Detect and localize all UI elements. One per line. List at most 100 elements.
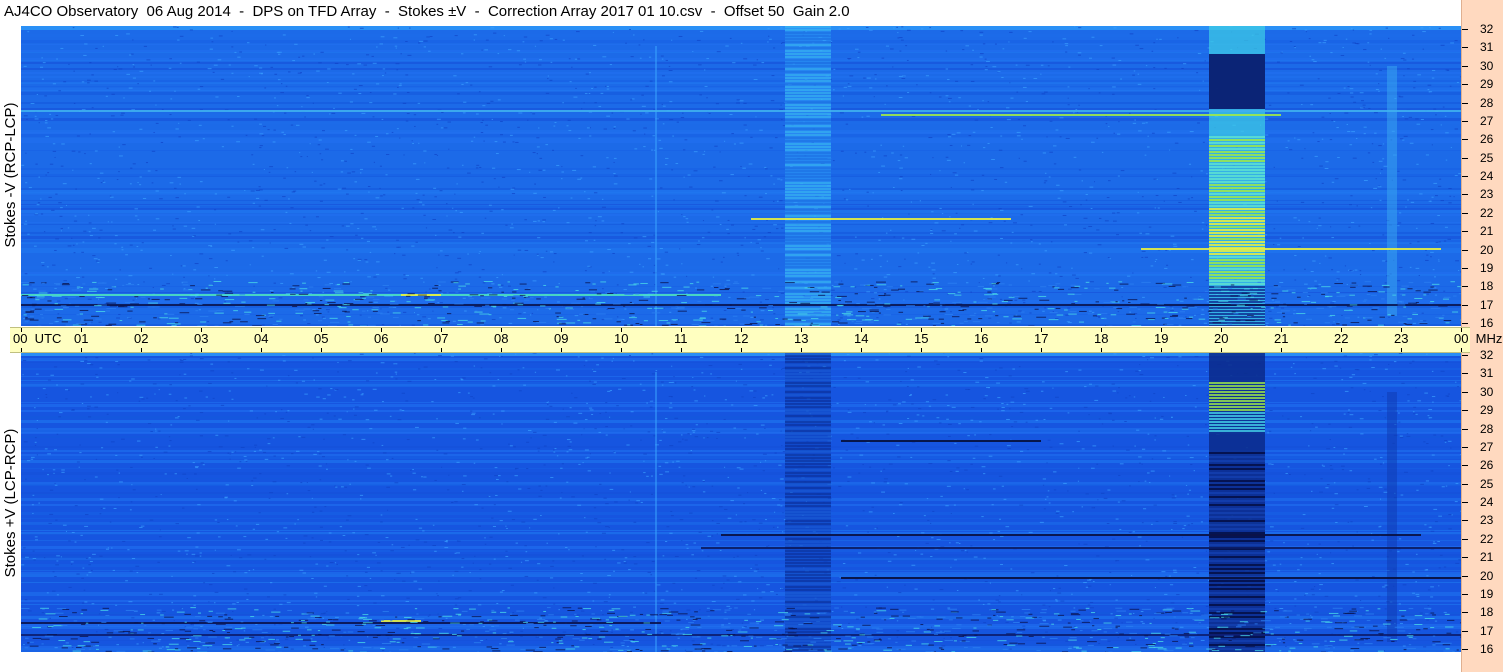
freq-bottom-tick bbox=[1462, 593, 1468, 595]
freq-top-label: 22 bbox=[1480, 205, 1494, 220]
freq-top-tick bbox=[1462, 212, 1468, 214]
utc-hour-tick bbox=[501, 328, 502, 332]
utc-hour-tick bbox=[201, 348, 202, 352]
freq-top-label: 27 bbox=[1480, 113, 1494, 128]
utc-hour-tick bbox=[621, 348, 622, 352]
utc-hour-tick bbox=[261, 328, 262, 332]
utc-hour-tick bbox=[741, 328, 742, 332]
freq-top-tick bbox=[1462, 139, 1468, 141]
bottom-spectrogram-image bbox=[21, 352, 1461, 652]
utc-hour-tick bbox=[1341, 328, 1342, 332]
top-spectrogram-image bbox=[21, 26, 1461, 326]
utc-hour-label: 00 MHz bbox=[1454, 331, 1503, 346]
freq-bottom-label: 19 bbox=[1480, 586, 1494, 601]
utc-hour-label: 21 bbox=[1274, 331, 1289, 346]
top-panel-ylabel: Stokes -V (RCP-LCP) bbox=[2, 102, 19, 248]
freq-bottom-tick bbox=[1462, 612, 1468, 614]
freq-bottom-label: 25 bbox=[1480, 476, 1494, 491]
freq-bottom-label: 21 bbox=[1480, 550, 1494, 565]
freq-bottom-label: 17 bbox=[1480, 623, 1494, 638]
utc-hour-label: 05 bbox=[314, 331, 329, 346]
freq-bottom-label: 28 bbox=[1480, 421, 1494, 436]
freq-bottom-label: 26 bbox=[1480, 458, 1494, 473]
utc-hour-tick bbox=[681, 348, 682, 352]
freq-bottom-label: 29 bbox=[1480, 403, 1494, 418]
utc-hour-label: 04 bbox=[254, 331, 269, 346]
utc-hour-tick bbox=[1041, 328, 1042, 332]
freq-top-label: 17 bbox=[1480, 297, 1494, 312]
freq-top-tick bbox=[1462, 286, 1468, 288]
utc-hour-tick bbox=[981, 328, 982, 332]
utc-hour-label: 16 bbox=[974, 331, 989, 346]
utc-time-axis: 00 UTC 01 02 03 04 05 06 07 08 09 10 11 12 13 14 15 16 17… bbox=[10, 327, 1502, 353]
freq-bottom-label: 18 bbox=[1480, 605, 1494, 620]
freq-top-tick bbox=[1462, 249, 1468, 251]
utc-hour-tick bbox=[1101, 328, 1102, 332]
utc-hour-tick bbox=[201, 328, 202, 332]
utc-hour-tick bbox=[1401, 328, 1402, 332]
utc-hour-tick bbox=[1461, 328, 1462, 332]
freq-top-label: 19 bbox=[1480, 260, 1494, 275]
utc-hour-tick bbox=[1161, 328, 1162, 332]
freq-bottom-label: 22 bbox=[1480, 531, 1494, 546]
freq-bottom-label: 30 bbox=[1480, 384, 1494, 399]
spectrogram-title: AJ4CO Observatory 06 Aug 2014 - DPS on T… bbox=[4, 3, 850, 20]
utc-hour-tick bbox=[501, 348, 502, 352]
freq-top-tick bbox=[1462, 323, 1468, 324]
freq-top-tick bbox=[1462, 65, 1468, 67]
utc-hour-label: 17 bbox=[1034, 331, 1049, 346]
freq-top-tick bbox=[1462, 194, 1468, 196]
utc-hour-tick bbox=[141, 328, 142, 332]
utc-hour-tick bbox=[321, 328, 322, 332]
freq-top-label: 23 bbox=[1480, 187, 1494, 202]
utc-hour-tick bbox=[561, 328, 562, 332]
utc-hour-tick bbox=[1401, 348, 1402, 352]
utc-hour-tick bbox=[1161, 348, 1162, 352]
utc-hour-tick bbox=[81, 348, 82, 352]
utc-hour-tick bbox=[81, 328, 82, 332]
freq-bottom-label: 20 bbox=[1480, 568, 1494, 583]
bottom-spectrogram bbox=[21, 352, 1461, 652]
utc-hour-label: 08 bbox=[494, 331, 509, 346]
utc-hour-tick bbox=[441, 348, 442, 352]
utc-hour-tick bbox=[21, 348, 22, 352]
utc-hour-tick bbox=[1221, 348, 1222, 352]
freq-bottom-tick bbox=[1462, 630, 1468, 632]
utc-hour-tick bbox=[921, 328, 922, 332]
utc-hour-tick bbox=[441, 328, 442, 332]
freq-top-label: 30 bbox=[1480, 58, 1494, 73]
bottom-panel-ylabel: Stokes +V (LCP-RCP) bbox=[2, 428, 19, 578]
freq-bottom-label: 24 bbox=[1480, 495, 1494, 509]
utc-hour-tick bbox=[1041, 348, 1042, 352]
freq-bottom-tick bbox=[1462, 483, 1468, 485]
freq-top-tick bbox=[1462, 267, 1468, 269]
utc-hour-label: 03 bbox=[194, 331, 209, 346]
utc-hour-label: 02 bbox=[134, 331, 149, 346]
utc-hour-tick bbox=[21, 328, 22, 332]
utc-hour-label: 22 bbox=[1334, 331, 1349, 346]
utc-hour-tick bbox=[1281, 348, 1282, 352]
freq-top-tick bbox=[1462, 304, 1468, 306]
utc-hour-tick bbox=[861, 328, 862, 332]
freq-top-label: 25 bbox=[1480, 150, 1494, 165]
utc-hour-label: 00 UTC bbox=[13, 331, 62, 346]
freq-top-tick bbox=[1462, 176, 1468, 177]
freq-bottom-tick bbox=[1462, 557, 1468, 559]
freq-bottom-tick bbox=[1462, 520, 1468, 522]
freq-bottom-label: 31 bbox=[1480, 366, 1494, 381]
utc-hour-label: 19 bbox=[1154, 331, 1169, 346]
utc-hour-label: 13 bbox=[794, 331, 809, 346]
utc-hour-tick bbox=[1461, 348, 1462, 352]
utc-hour-tick bbox=[381, 328, 382, 332]
freq-top-label: 32 bbox=[1480, 22, 1494, 36]
utc-hour-label: 18 bbox=[1094, 331, 1109, 346]
freq-top-tick bbox=[1462, 84, 1468, 86]
utc-hour-label: 06 bbox=[374, 331, 389, 346]
freq-bottom-tick bbox=[1462, 446, 1468, 448]
freq-bottom-label: 16 bbox=[1480, 642, 1494, 656]
utc-hour-tick bbox=[681, 328, 682, 332]
utc-hour-tick bbox=[141, 348, 142, 352]
freq-bottom-tick bbox=[1462, 502, 1468, 503]
freq-top-label: 20 bbox=[1480, 242, 1494, 257]
utc-hour-label: 12 bbox=[734, 331, 749, 346]
